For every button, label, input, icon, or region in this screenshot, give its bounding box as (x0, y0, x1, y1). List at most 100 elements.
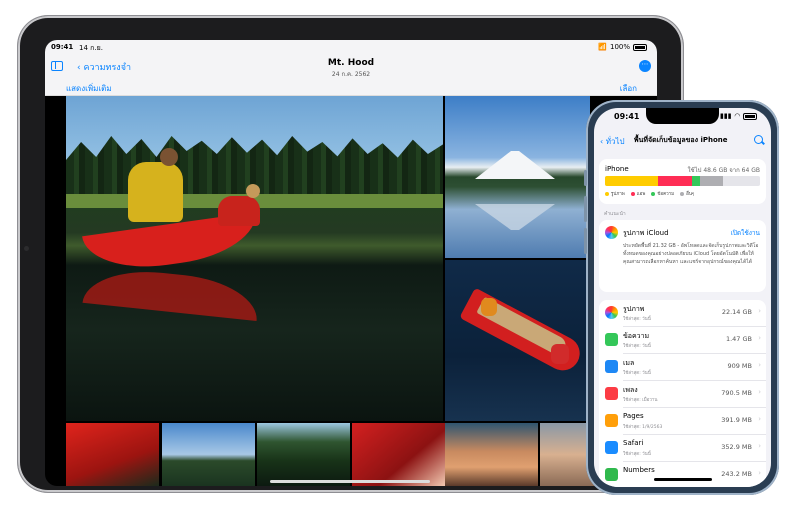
more-options-icon[interactable]: ⋯ (639, 60, 651, 72)
app-name: เมล (623, 359, 635, 367)
photo-mt-hood[interactable] (445, 96, 590, 258)
ipad-status-bar: 09:41 14 ก.ย. 📶 100% (45, 40, 657, 56)
list-item[interactable]: รูปภาพ ใช้ล่าสุด: วันนี้ 22.14 GB › (599, 300, 766, 327)
photo-thumbnail[interactable] (257, 423, 350, 486)
storage-summary-card: iPhone ใช้ไป 48.6 GB จาก 64 GB รูปภาพ แอพ… (599, 159, 766, 204)
iphone-screen: 09:41 ▮▮▮ ◠ ‹ ทั่วไป พื้นที่จัดเก็บข้อมู… (594, 108, 771, 487)
list-item[interactable]: ข้อความใช้ล่าสุด: วันนี้ 1.47 GB › (599, 327, 766, 354)
list-item[interactable]: Safari ใช้ล่าสุด: วันนี้ 352.9 MB › (599, 435, 766, 462)
battery-icon (743, 112, 757, 120)
album-title: Mt. Hood (327, 58, 375, 68)
legend-label: อื่นๆ (686, 192, 695, 197)
app-last-used: ใช้ล่าสุด: วันนี้ (623, 344, 651, 349)
show-more-button[interactable]: แสดงเพิ่มเติม (66, 82, 112, 95)
storage-legend: รูปภาพ แอพ ข้อความ อื่นๆ (605, 190, 694, 197)
legend-label: แอพ (636, 192, 646, 197)
legend-item: แอพ (630, 190, 646, 197)
legend-dot-icon (605, 191, 609, 196)
back-button[interactable]: ‹ ทั่วไป (600, 135, 625, 148)
list-item[interactable]: Pages ใช้ล่าสุด: 1/9/2563 391.9 MB › (599, 408, 766, 435)
icloud-photos-recommendation: รูปภาพ iCloud เปิดใช้งาน ประหยัดพื้นที่ … (599, 220, 766, 292)
numbers-icon (605, 468, 618, 481)
battery-icon (633, 43, 647, 51)
app-last-used: ใช้ล่าสุด: 1/9/2563 (623, 425, 663, 430)
home-indicator[interactable] (654, 478, 712, 481)
app-size: 243.2 MB (721, 470, 752, 478)
chevron-right-icon: › (758, 442, 761, 450)
photo-canoe-aerial[interactable] (445, 260, 590, 421)
iphone-status-bar: 09:41 ▮▮▮ ◠ (594, 112, 771, 126)
status-time: 09:41 (614, 112, 640, 121)
legend-label: รูปภาพ (611, 192, 625, 197)
photo-thumbnail[interactable] (162, 423, 255, 486)
app-size: 391.9 MB (721, 416, 752, 424)
chevron-right-icon: › (758, 334, 761, 342)
storage-segment-photos (605, 176, 658, 186)
legend-dot-icon (651, 191, 656, 196)
volume-up-button (584, 196, 587, 222)
app-name: รูปภาพ (623, 305, 645, 313)
storage-segment-messages (691, 176, 700, 186)
app-size: 352.9 MB (721, 443, 752, 451)
recommendations-header: คำแนะนำ (604, 211, 626, 217)
photo-thumbnail[interactable] (352, 423, 445, 486)
wifi-icon: ◠ (734, 112, 740, 120)
iphone-nav-bar: ‹ ทั่วไป พื้นที่จัดเก็บข้อมูลของ iPhone (594, 132, 771, 152)
home-indicator[interactable] (270, 480, 430, 483)
photo-canoe-lake[interactable] (66, 96, 443, 421)
recommendation-title: รูปภาพ iCloud (623, 229, 669, 237)
chevron-right-icon: › (758, 307, 761, 315)
signal-icon: ▮▮▮ (720, 112, 732, 120)
legend-dot-icon (630, 191, 635, 196)
photo-thumbnail[interactable] (66, 423, 159, 486)
ipad-screen: 09:41 14 ก.ย. 📶 100% ‹ ความทรงจำ Mt. Hoo… (45, 40, 657, 486)
app-size: 1.47 GB (725, 335, 752, 343)
ipad-device: 09:41 14 ก.ย. 📶 100% ‹ ความทรงจำ Mt. Hoo… (18, 16, 683, 492)
app-storage-list: รูปภาพ ใช้ล่าสุด: วันนี้ 22.14 GB › ข้อความใ… (599, 300, 766, 487)
music-icon (605, 387, 618, 400)
mail-icon (605, 360, 618, 373)
app-last-used: ใช้ล่าสุด: วันนี้ (623, 371, 651, 376)
list-item[interactable]: เมลใช้ล่าสุด: วันนี้ 909 MB › (599, 354, 766, 381)
photo-thumbnail[interactable] (445, 423, 538, 486)
app-name: Pages (623, 412, 644, 420)
device-name: iPhone (605, 165, 629, 173)
enable-button[interactable]: เปิดใช้งาน (731, 228, 760, 238)
battery-percent: 100% (609, 43, 630, 51)
storage-used-label: ใช้ไป 48.6 GB จาก 64 GB (687, 167, 760, 174)
safari-icon (605, 441, 618, 454)
app-last-used: ใช้ล่าสุด: วันนี้ (623, 452, 651, 457)
ipad-nav-bar: ‹ ความทรงจำ Mt. Hood 24 ก.ค. 2562 ⋯ (45, 56, 657, 78)
ipad-camera (24, 246, 29, 251)
legend-item: รูปภาพ (605, 190, 625, 197)
legend-dot-icon (680, 191, 685, 196)
app-name: ข้อความ (623, 332, 650, 340)
messages-icon (605, 333, 618, 346)
photos-icon (605, 306, 618, 319)
status-date: 14 ก.ย. (79, 44, 103, 52)
select-button[interactable]: เลือก (620, 82, 637, 95)
app-name: เพลง (623, 386, 638, 394)
wifi-icon: 📶 (598, 43, 607, 51)
search-icon[interactable] (754, 135, 763, 144)
pages-icon (605, 414, 618, 427)
page-title: พื้นที่จัดเก็บข้อมูลของ iPhone (634, 136, 728, 144)
chevron-right-icon: › (758, 415, 761, 423)
recommendation-description: ประหยัดพื้นที่ 21.32 GB - อัพโหลดและจัดเ… (623, 243, 759, 265)
iphone-device: 09:41 ▮▮▮ ◠ ‹ ทั่วไป พื้นที่จัดเก็บข้อมู… (584, 100, 779, 495)
legend-item: ข้อความ (651, 190, 674, 197)
list-item[interactable]: เพลง ใช้ล่าสุด: เมื่อวาน 790.5 MB › (599, 381, 766, 408)
volume-down-button (584, 228, 587, 254)
chevron-right-icon: › (758, 388, 761, 396)
storage-segment-other (699, 176, 723, 186)
storage-bar (605, 176, 760, 186)
status-time: 09:41 (51, 43, 74, 51)
mute-switch (584, 170, 587, 186)
photos-icon (605, 226, 618, 239)
app-last-used: ใช้ล่าสุด: วันนี้ (623, 317, 651, 322)
chevron-right-icon: › (758, 361, 761, 369)
app-last-used: ใช้ล่าสุด: เมื่อวาน (623, 398, 658, 403)
app-size: 909 MB (727, 362, 752, 370)
list-item[interactable]: Numbers 243.2 MB › (599, 462, 766, 487)
status-right: 📶 100% (598, 43, 647, 51)
